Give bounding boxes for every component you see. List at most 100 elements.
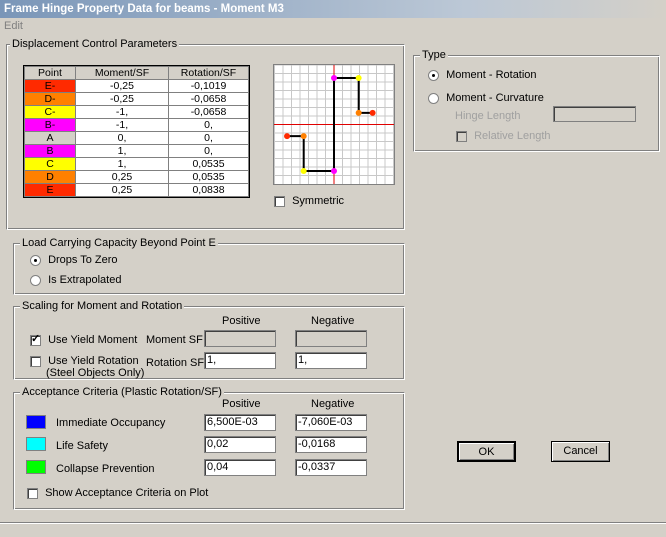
window-title: Frame Hinge Property Data for beams - Mo… [0,0,666,18]
moment-cell[interactable]: 0,25 [75,170,169,184]
scaling-negative-header: Negative [311,315,355,327]
menu-edit[interactable]: Edit [4,20,23,32]
is-extrapolated-radio[interactable] [30,274,41,286]
cp-positive-input[interactable]: 0,04 [204,459,276,476]
point-cell[interactable]: E [24,183,76,197]
acceptance-negative-header: Negative [311,398,355,410]
hinge-length-input[interactable] [553,106,636,122]
use-yield-moment-checkbox[interactable]: ✓ [30,332,41,346]
rotation-cell[interactable]: 0,0838 [168,183,249,197]
rotation-cell[interactable]: -0,1019 [168,79,249,93]
moment-curvature-label: Moment - Curvature [446,92,544,104]
is-extrapolated-label: Is Extrapolated [48,274,122,286]
is-extrapolated-option[interactable]: Is Extrapolated [30,273,121,287]
cp-negative-input[interactable]: -0,0337 [295,459,367,476]
points-table[interactable]: Point Moment/SF Rotation/SF E- -0,25 -0,10… [24,66,249,197]
menu-bar: Edit [0,18,666,35]
use-yield-rotation-label: Use Yield Rotation [48,355,139,367]
table-row[interactable]: B- -1, 0, [24,118,249,132]
moment-cell[interactable]: -1, [75,105,169,119]
acceptance-positive-header: Positive [222,398,261,410]
table-row[interactable]: E 0,25 0,0838 [24,183,249,197]
point-cell[interactable]: E- [24,79,76,93]
col-moment-header: Moment/SF [75,66,169,80]
table-row[interactable]: B 1, 0, [24,144,249,158]
drops-to-zero-option[interactable]: Drops To Zero [30,253,118,267]
symmetric-checkbox[interactable] [274,195,285,207]
symmetric-option[interactable]: Symmetric [274,194,344,208]
type-legend: Type [420,49,448,61]
plot-point-d-neg [300,133,307,140]
ls-positive-input[interactable]: 0,02 [204,436,276,453]
use-yield-rotation-option[interactable]: Use Yield Rotation [30,354,139,368]
use-yield-moment-label: Use Yield Moment [48,334,138,346]
cp-label: Collapse Prevention [56,463,155,475]
rotation-cell[interactable]: 0,0535 [168,157,249,171]
rotation-cell[interactable]: 0,0535 [168,170,249,184]
rotation-sf-negative-input[interactable]: 1, [295,352,367,369]
point-cell[interactable]: A [24,131,76,145]
table-row[interactable]: A 0, 0, [24,131,249,145]
moment-cell[interactable]: -0,25 [75,92,169,106]
rotation-cell[interactable]: 0, [168,131,249,145]
point-cell[interactable]: C [24,157,76,171]
rotation-cell[interactable]: -0,0658 [168,92,249,106]
checkmark-icon: ✓ [31,332,41,345]
ls-negative-input[interactable]: -0,0168 [295,436,367,453]
ls-label: Life Safety [56,440,108,452]
plot-point-e-neg [284,133,291,140]
ls-color-swatch[interactable] [26,437,46,451]
drops-to-zero-radio[interactable] [30,254,41,266]
show-acceptance-checkbox[interactable] [27,487,38,499]
steel-only-note: (Steel Objects Only) [46,367,145,379]
moment-curvature-radio[interactable] [428,92,439,104]
plot-point-d [355,109,362,116]
point-cell[interactable]: D- [24,92,76,106]
hinge-plot-svg [274,64,394,184]
table-row[interactable]: C 1, 0,0535 [24,157,249,171]
rotation-sf-label: Rotation SF [146,357,205,369]
moment-cell[interactable]: 0, [75,131,169,145]
points-table-wrap: Point Moment/SF Rotation/SF E- -0,25 -0,10… [23,65,250,198]
ok-button[interactable]: OK [457,441,516,462]
moment-rotation-radio[interactable] [428,69,439,81]
use-yield-moment-option[interactable]: ✓ Use Yield Moment [30,333,137,347]
point-cell[interactable]: C- [24,105,76,119]
moment-cell[interactable]: 0,25 [75,183,169,197]
io-color-swatch[interactable] [26,415,46,429]
moment-rotation-label: Moment - Rotation [446,69,537,81]
moment-sf-positive-input[interactable] [204,330,276,347]
point-cell[interactable]: B- [24,118,76,132]
moment-cell[interactable]: 1, [75,157,169,171]
moment-cell[interactable]: 1, [75,144,169,158]
relative-length-checkbox[interactable] [456,130,467,142]
rotation-cell[interactable]: 0, [168,118,249,132]
relative-length-option[interactable]: Relative Length [456,129,551,143]
table-row[interactable]: E- -0,25 -0,1019 [24,79,249,93]
load-capacity-legend: Load Carrying Capacity Beyond Point E [20,237,218,249]
displacement-legend: Displacement Control Parameters [10,38,180,50]
table-row[interactable]: D 0,25 0,0535 [24,170,249,184]
io-negative-input[interactable]: -7,060E-03 [295,414,367,431]
show-acceptance-option[interactable]: Show Acceptance Criteria on Plot [27,486,208,500]
moment-cell[interactable]: -0,25 [75,79,169,93]
hinge-plot [273,64,395,185]
moment-curvature-option[interactable]: Moment - Curvature [428,91,544,105]
moment-rotation-option[interactable]: Moment - Rotation [428,68,537,82]
table-row[interactable]: D- -0,25 -0,0658 [24,92,249,106]
hinge-length-label: Hinge Length [455,110,521,122]
cp-color-swatch[interactable] [26,460,46,474]
rotation-cell[interactable]: 0, [168,144,249,158]
point-cell[interactable]: B [24,144,76,158]
rotation-sf-positive-input[interactable]: 1, [204,352,276,369]
point-cell[interactable]: D [24,170,76,184]
plot-point-b-neg [331,168,337,175]
rotation-cell[interactable]: -0,0658 [168,105,249,119]
table-row[interactable]: C- -1, -0,0658 [24,105,249,119]
io-positive-input[interactable]: 6,500E-03 [204,414,276,431]
cancel-button[interactable]: Cancel [551,441,610,462]
use-yield-rotation-checkbox[interactable] [30,355,41,367]
table-header-row: Point Moment/SF Rotation/SF [24,66,249,80]
moment-cell[interactable]: -1, [75,118,169,132]
moment-sf-negative-input[interactable] [295,330,367,347]
